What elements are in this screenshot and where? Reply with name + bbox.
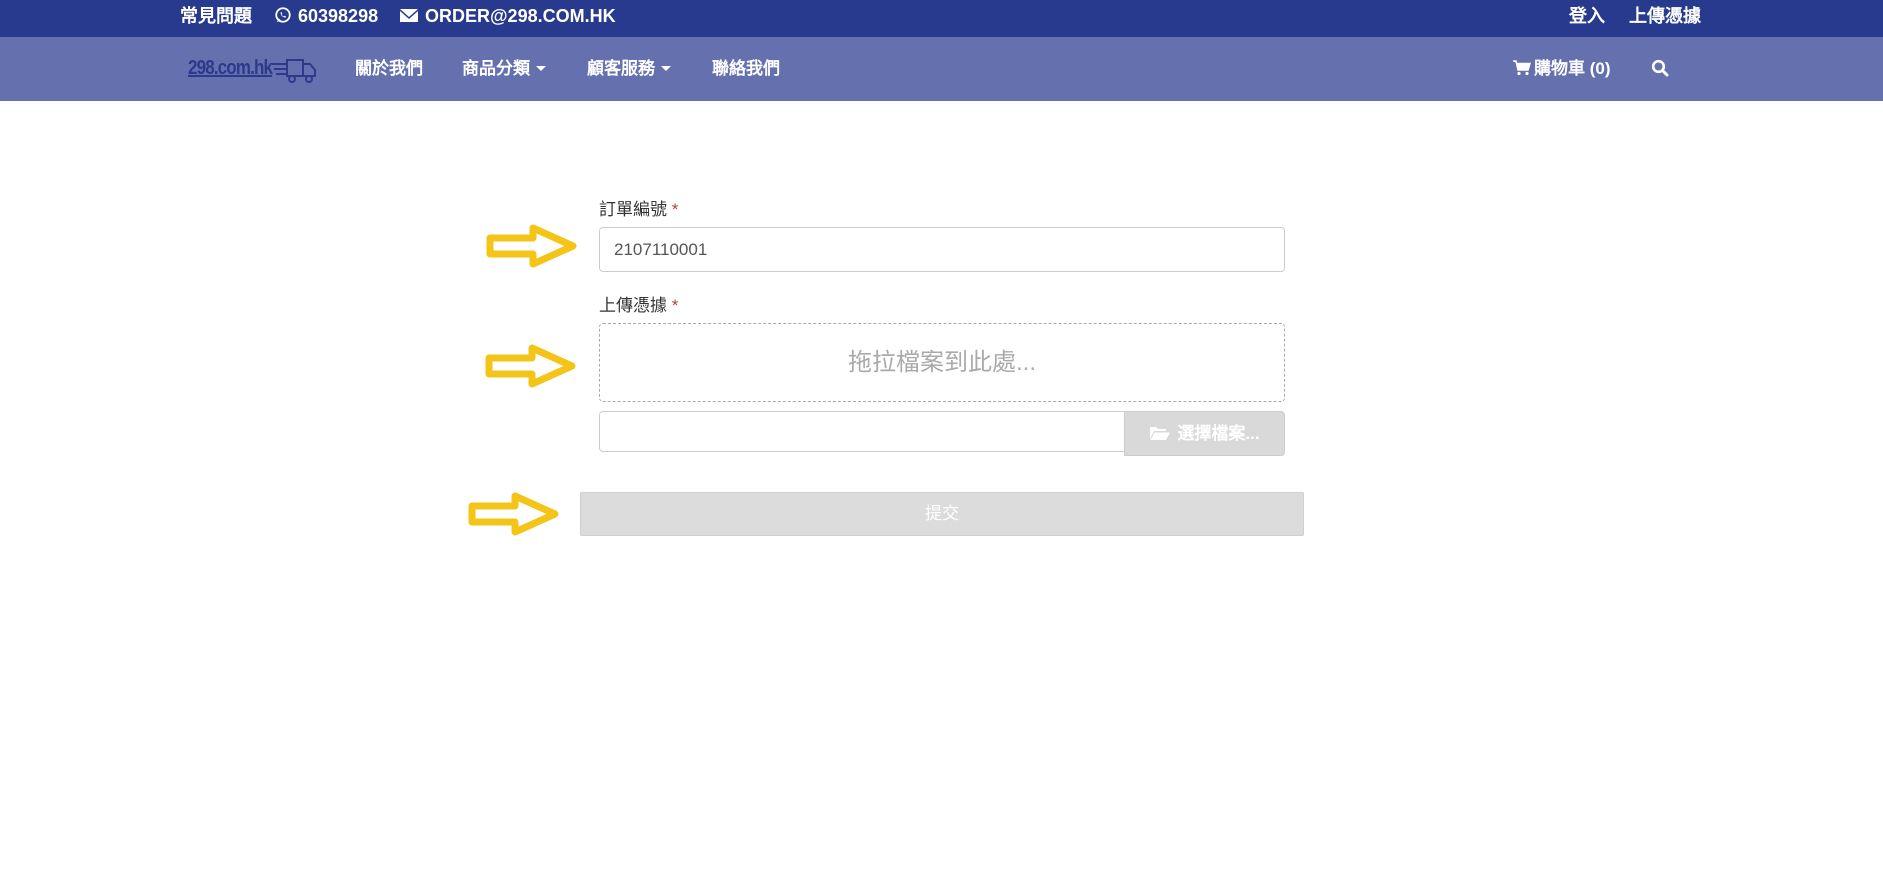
folder-open-icon (1150, 426, 1171, 440)
email-contact[interactable]: ORDER@298.COM.HK (399, 0, 616, 37)
login-link[interactable]: 登入 (1569, 0, 1605, 37)
upload-proof-link[interactable]: 上傳憑據 (1629, 0, 1701, 37)
search-icon (1651, 59, 1669, 77)
nav-product-categories-label: 商品分類 (462, 59, 530, 78)
file-dropzone[interactable]: 拖拉檔案到此處... (599, 323, 1285, 402)
faq-link[interactable]: 常見問題 (180, 0, 252, 37)
top-bar: 常見問題 60398298 ORDER@298.COM.HK 登入 上傳憑據 (0, 0, 1883, 37)
whatsapp-icon (275, 7, 291, 23)
nav-customer-service-label: 顧客服務 (587, 59, 655, 78)
upload-proof-label: 上傳憑據 * (599, 291, 678, 316)
caret-down-icon (661, 66, 671, 72)
browse-file-label: 選擇檔案... (1177, 424, 1260, 443)
phone-number: 60398298 (298, 6, 379, 26)
truck-icon (272, 59, 316, 83)
email-address: ORDER@298.COM.HK (425, 6, 616, 26)
caret-down-icon (536, 66, 546, 72)
required-mark: * (671, 296, 679, 315)
required-mark: * (671, 200, 679, 219)
arrow-pointer-icon (486, 224, 577, 268)
nav-product-categories[interactable]: 商品分類 (462, 37, 546, 101)
search-button[interactable] (1651, 37, 1669, 101)
envelope-icon (400, 8, 418, 22)
submit-label: 提交 (925, 504, 959, 523)
order-number-input[interactable] (599, 227, 1285, 272)
site-logo[interactable]: 298.com.hk (188, 51, 316, 85)
nav-contact-us[interactable]: 聯絡我們 (712, 37, 780, 101)
browse-file-button[interactable]: 選擇檔案... (1124, 411, 1285, 456)
cart-label: 購物車 (0) (1534, 59, 1611, 78)
arrow-pointer-icon (468, 492, 559, 536)
cart-icon (1513, 59, 1532, 75)
submit-button[interactable]: 提交 (580, 492, 1304, 536)
nav-about-us[interactable]: 關於我們 (355, 37, 423, 101)
cart-button[interactable]: 購物車 (0) (1513, 37, 1611, 101)
arrow-pointer-icon (485, 344, 576, 388)
upload-proof-label-text: 上傳憑據 (599, 296, 667, 315)
file-name-field[interactable] (599, 411, 1125, 452)
logo-text: 298.com.hk (188, 57, 273, 79)
whatsapp-contact[interactable]: 60398298 (274, 0, 378, 37)
order-number-label: 訂單編號 * (599, 195, 678, 220)
nav-customer-service[interactable]: 顧客服務 (587, 37, 671, 101)
order-number-label-text: 訂單編號 (599, 200, 667, 219)
dropzone-text: 拖拉檔案到此處... (847, 349, 1036, 376)
